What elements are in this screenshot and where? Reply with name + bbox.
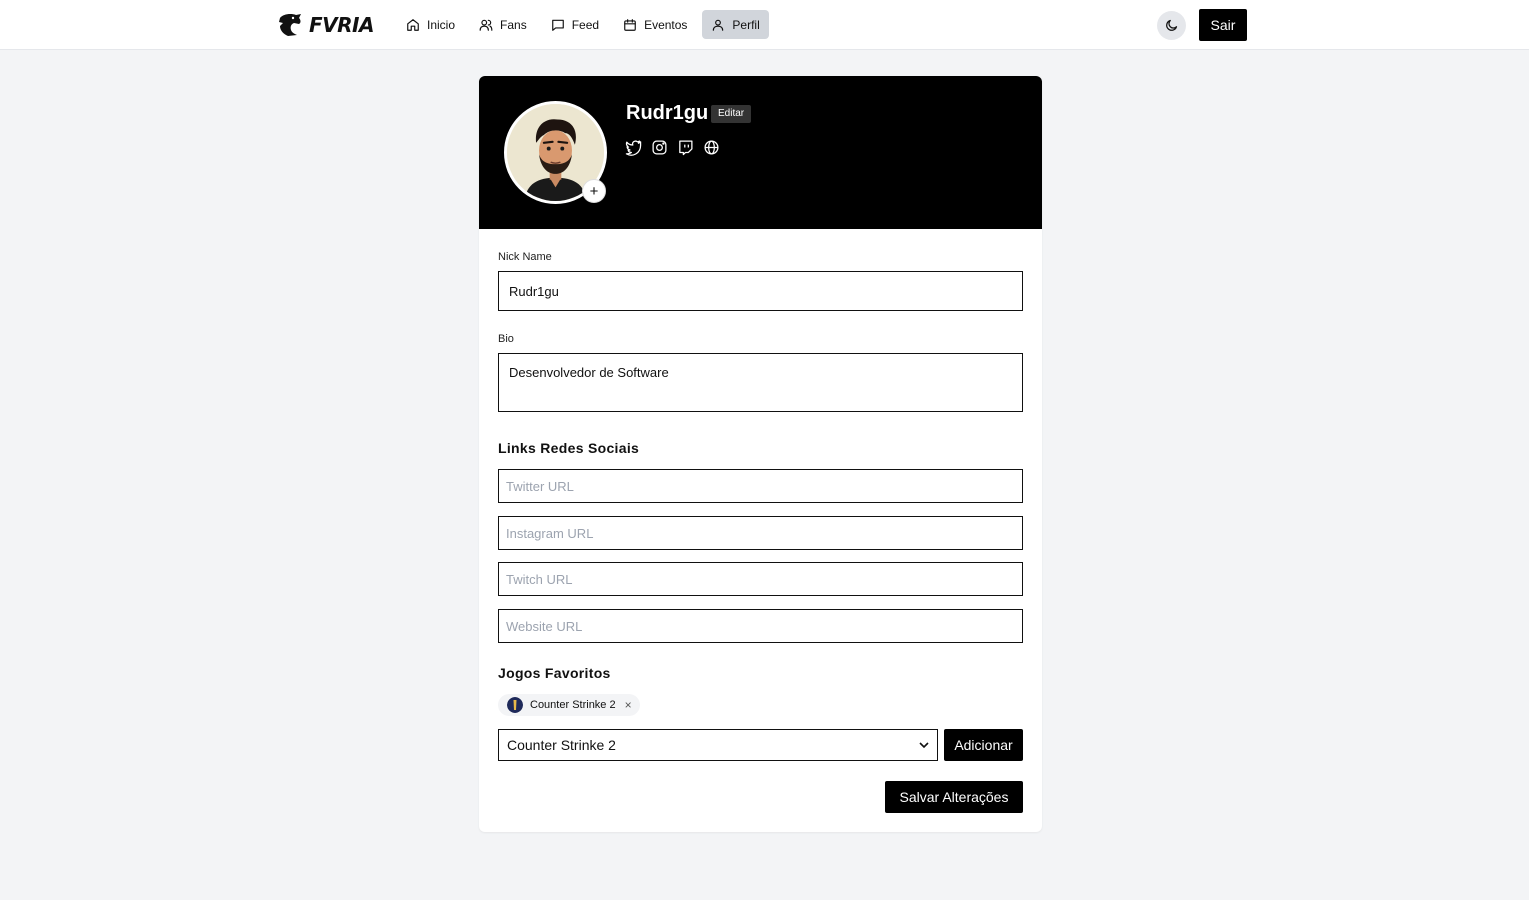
game-select[interactable]: Counter Strinke 2	[498, 729, 938, 761]
nav-item-label: Fans	[500, 17, 527, 32]
instagram-link[interactable]	[651, 139, 668, 156]
favorite-game-chip: Counter Strinke 2 ×	[498, 694, 640, 716]
user-icon	[713, 19, 724, 31]
brand-logo[interactable]: FVRIA	[277, 12, 374, 38]
theme-toggle-button[interactable]	[1157, 11, 1186, 40]
nav-item-feed[interactable]: Feed	[542, 10, 608, 39]
favorite-games-section-title: Jogos Favoritos	[498, 665, 611, 681]
bio-textarea[interactable]: Desenvolvedor de Software	[498, 353, 1023, 412]
nav-item-inicio[interactable]: Inicio	[397, 10, 464, 39]
brand-name: FVRIA	[309, 13, 374, 37]
home-icon	[407, 18, 419, 31]
main-nav: Inicio Fans Feed Eventos Perfil	[397, 10, 769, 39]
twitch-icon	[679, 140, 693, 156]
game-select-value: Counter Strinke 2	[507, 737, 616, 753]
favorite-game-label: Counter Strinke 2	[530, 699, 616, 711]
calendar-icon	[624, 18, 636, 31]
website-link[interactable]	[703, 139, 720, 156]
social-links-section-title: Links Redes Sociais	[498, 440, 640, 456]
social-links	[625, 139, 720, 156]
bio-label: Bio	[498, 333, 514, 345]
profile-username: Rudr1gu	[626, 102, 709, 124]
instagram-url-input[interactable]	[498, 516, 1023, 550]
nav-item-label: Perfil	[732, 17, 760, 32]
save-changes-button[interactable]: Salvar Alterações	[885, 781, 1023, 813]
nav-item-eventos[interactable]: Eventos	[614, 10, 696, 39]
add-game-button[interactable]: Adicionar	[944, 729, 1023, 761]
panther-logo-icon	[279, 14, 301, 36]
twitch-link[interactable]	[677, 139, 694, 156]
add-avatar-button[interactable]: +	[582, 179, 606, 203]
edit-profile-button[interactable]: Editar	[711, 105, 752, 123]
instagram-icon	[652, 140, 667, 155]
nav-item-label: Eventos	[644, 17, 688, 32]
nav-item-label: Inicio	[427, 17, 456, 32]
profile-card: + Rudr1gu Editar Nick Name Bio Desenvolv…	[479, 76, 1042, 832]
remove-game-button[interactable]: ×	[625, 698, 632, 712]
nick-name-input[interactable]	[498, 271, 1023, 311]
profile-header: + Rudr1gu Editar	[479, 76, 1042, 229]
twitch-url-input[interactable]	[498, 562, 1023, 596]
nav-item-label: Feed	[571, 17, 600, 32]
chevron-down-icon	[919, 742, 929, 749]
nav-item-perfil[interactable]: Perfil	[702, 10, 769, 39]
moon-icon	[1166, 19, 1178, 31]
website-url-input[interactable]	[498, 609, 1023, 643]
top-navbar: FVRIA Inicio Fans Feed Eventos Perfil Sa…	[0, 0, 1529, 50]
globe-icon	[704, 140, 719, 155]
twitter-icon	[625, 140, 642, 156]
nav-item-fans[interactable]: Fans	[470, 10, 536, 39]
cs2-game-icon	[507, 697, 523, 713]
logout-button[interactable]: Sair	[1199, 9, 1247, 41]
twitter-url-input[interactable]	[498, 469, 1023, 503]
twitter-link[interactable]	[625, 139, 642, 156]
users-icon	[479, 19, 493, 31]
nick-name-label: Nick Name	[498, 251, 552, 263]
message-icon	[551, 19, 564, 31]
